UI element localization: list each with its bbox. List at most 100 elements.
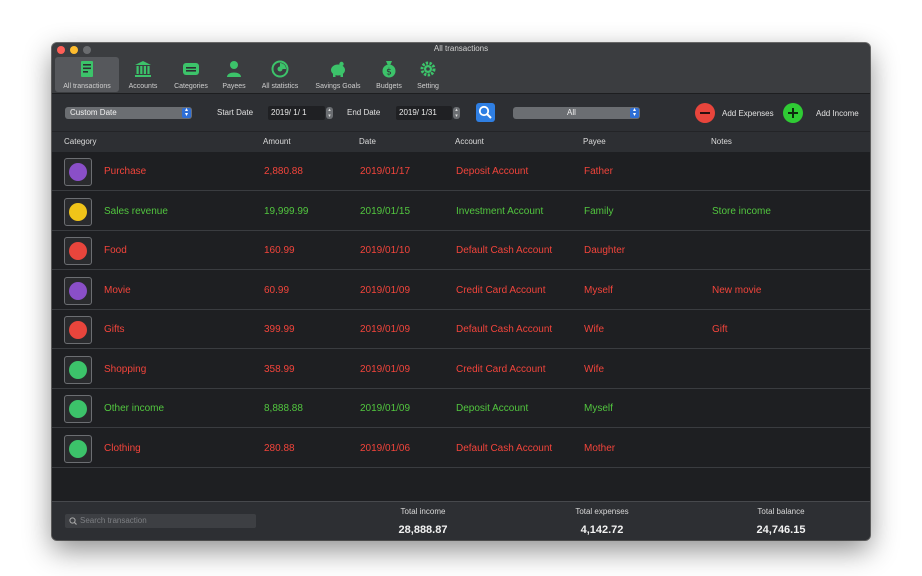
- toolbar-label: Categories: [174, 83, 208, 90]
- start-date-field[interactable]: 2019/ 1/ 1: [268, 106, 325, 120]
- filter-bar: Custom Date ▴ ▾ Start Date 2019/ 1/ 1 ▴ ▾ …: [52, 94, 870, 131]
- film-reel-icon: [69, 282, 87, 300]
- column-header-payee[interactable]: Payee: [583, 137, 606, 146]
- row-date: 2019/01/15: [360, 206, 411, 217]
- search-placeholder: Search transaction: [80, 516, 147, 525]
- search-button[interactable]: [476, 103, 495, 122]
- money-icon: [69, 400, 87, 418]
- toolbar-categories[interactable]: Categories: [169, 57, 213, 92]
- shopping-bag-icon: [69, 361, 87, 379]
- app-window: All transactions All transactions Accoun…: [52, 43, 870, 540]
- row-category: Movie: [104, 285, 131, 296]
- select-arrows-icon: ▴ ▾: [630, 107, 639, 118]
- column-header-account[interactable]: Account: [455, 137, 484, 146]
- table-row[interactable]: Purchase 2,880.88 2019/01/17 Deposit Acc…: [52, 152, 870, 191]
- category-icon-box: [64, 356, 92, 384]
- toolbar-setting[interactable]: Setting: [412, 57, 444, 92]
- row-date: 2019/01/09: [360, 324, 411, 335]
- table-row[interactable]: Shopping 358.99 2019/01/09 Credit Card A…: [52, 350, 870, 389]
- start-date-label: Start Date: [217, 108, 254, 117]
- search-transaction-field[interactable]: Search transaction: [65, 514, 256, 528]
- table-row[interactable]: Movie 60.99 2019/01/09 Credit Card Accou…: [52, 271, 870, 310]
- statistics-icon: [271, 60, 289, 78]
- toolbar-budgets[interactable]: $ Budgets: [372, 57, 406, 92]
- column-header-category[interactable]: Category: [64, 137, 96, 146]
- toolbar-label: Savings Goals: [315, 83, 361, 90]
- row-category: Food: [104, 245, 127, 256]
- toolbar-label: All statistics: [261, 83, 299, 90]
- piggy-bank-icon: [331, 61, 345, 77]
- search-icon: [69, 517, 77, 525]
- minus-icon: [700, 112, 710, 114]
- end-date-field[interactable]: 2019/ 1/31: [396, 106, 452, 120]
- start-date-stepper[interactable]: ▴ ▾: [326, 107, 333, 119]
- column-header-amount[interactable]: Amount: [263, 137, 291, 146]
- row-payee: Wife: [584, 324, 604, 335]
- row-account: Investment Account: [456, 206, 544, 217]
- bank-icon: [135, 61, 151, 77]
- toolbar-all-transactions[interactable]: All transactions: [55, 57, 119, 92]
- totals-footer: Search transaction Total income 28,888.8…: [52, 501, 870, 540]
- sales-icon: [69, 203, 87, 221]
- row-payee: Myself: [584, 403, 613, 414]
- row-account: Default Cash Account: [456, 443, 553, 454]
- row-payee: Daughter: [584, 245, 626, 256]
- toolbar-label: Accounts: [128, 83, 158, 90]
- toolbar-label: Payees: [222, 83, 246, 90]
- tag-icon: [69, 163, 87, 181]
- row-amount: 60.99: [264, 285, 290, 296]
- gear-icon: [420, 61, 436, 77]
- row-amount: 19,999.99: [264, 206, 309, 217]
- row-notes: Store income: [712, 206, 771, 217]
- table-row[interactable]: Clothing 280.88 2019/01/06 Default Cash …: [52, 429, 870, 468]
- add-income-label[interactable]: Add Income: [816, 109, 859, 118]
- toolbar-savings-goals[interactable]: Savings Goals: [311, 57, 365, 92]
- row-notes: Gift: [712, 324, 728, 335]
- transactions-icon: [81, 61, 93, 77]
- row-date: 2019/01/09: [360, 364, 411, 375]
- row-account: Credit Card Account: [456, 364, 546, 375]
- add-expenses-label[interactable]: Add Expenses: [722, 109, 774, 118]
- row-amount: 358.99: [264, 364, 295, 375]
- toolbar-statistics[interactable]: All statistics: [257, 57, 303, 92]
- row-payee: Father: [584, 166, 613, 177]
- title-bar: All transactions: [52, 43, 870, 56]
- search-icon: [478, 105, 492, 119]
- row-amount: 160.99: [264, 245, 295, 256]
- category-icon-box: [64, 435, 92, 463]
- toolbar-accounts[interactable]: Accounts: [125, 57, 161, 92]
- tshirt-icon: [69, 440, 87, 458]
- row-date: 2019/01/06: [360, 443, 411, 454]
- table-row[interactable]: Gifts 399.99 2019/01/09 Default Cash Acc…: [52, 310, 870, 349]
- transactions-table: Purchase 2,880.88 2019/01/17 Deposit Acc…: [52, 152, 870, 501]
- total-expenses-label: Total expenses: [575, 507, 629, 516]
- column-header-date[interactable]: Date: [359, 137, 376, 146]
- toolbar-label: All transactions: [63, 83, 111, 90]
- table-row[interactable]: Other income 8,888.88 2019/01/09 Deposit…: [52, 389, 870, 428]
- row-category: Clothing: [104, 443, 141, 454]
- row-notes: New movie: [712, 285, 762, 296]
- category-icon-box: [64, 158, 92, 186]
- category-icon-box: [64, 237, 92, 265]
- date-mode-value: Custom Date: [70, 108, 117, 117]
- end-date-stepper[interactable]: ▴ ▾: [453, 107, 460, 119]
- toolbar-payees[interactable]: Payees: [218, 57, 250, 92]
- add-expenses-button[interactable]: [695, 103, 715, 123]
- row-amount: 2,880.88: [264, 166, 303, 177]
- main-toolbar: All transactions Accounts Categories Pay…: [52, 56, 870, 94]
- row-amount: 280.88: [264, 443, 295, 454]
- row-account: Credit Card Account: [456, 285, 546, 296]
- person-icon: [227, 61, 241, 77]
- account-select[interactable]: All ▴ ▾: [513, 107, 640, 119]
- row-date: 2019/01/17: [360, 166, 411, 177]
- add-income-button[interactable]: [783, 103, 803, 123]
- column-header-notes[interactable]: Notes: [711, 137, 732, 146]
- table-row[interactable]: Food 160.99 2019/01/10 Default Cash Acco…: [52, 231, 870, 270]
- total-income-value: 28,888.87: [398, 524, 448, 536]
- row-payee: Mother: [584, 443, 616, 454]
- table-row[interactable]: Sales revenue 19,999.99 2019/01/15 Inves…: [52, 192, 870, 231]
- toolbar-label: Budgets: [376, 83, 402, 90]
- money-bag-icon: $: [382, 61, 396, 78]
- total-balance-value: 24,746.15: [756, 524, 806, 536]
- date-mode-select[interactable]: Custom Date ▴ ▾: [65, 107, 192, 119]
